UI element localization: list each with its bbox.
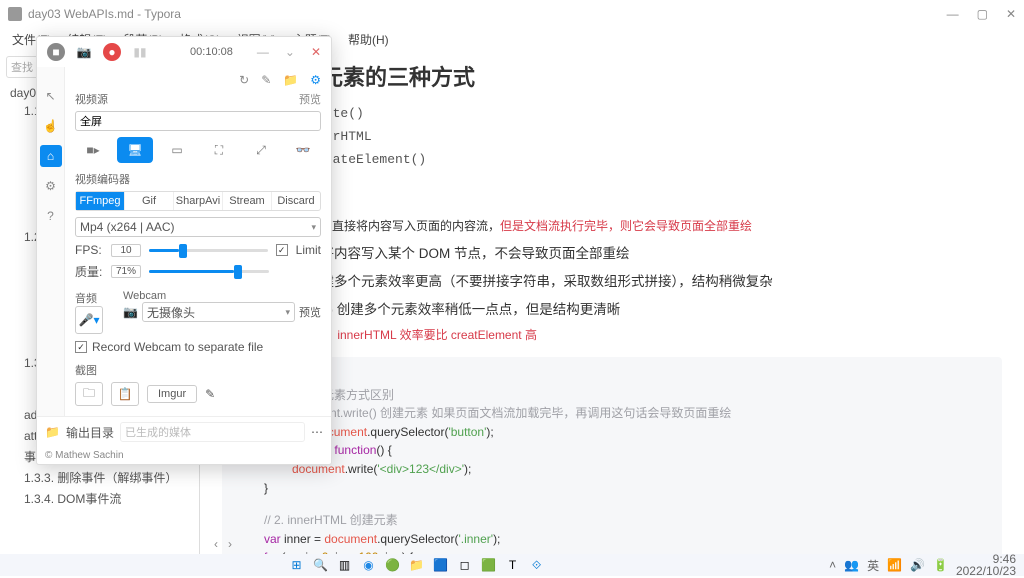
maximize-button[interactable]: ▢ (977, 7, 988, 21)
imgur-button[interactable]: Imgur (147, 385, 197, 403)
folder-icon[interactable]: 📁 (45, 425, 60, 439)
taskview-icon[interactable]: ▥ (336, 556, 354, 574)
quality-value[interactable]: 71% (111, 265, 141, 278)
heading-h2: 1.1.5 创建元素的三种方式 (222, 60, 1002, 92)
record-button[interactable]: ● (103, 43, 121, 61)
mode-camera[interactable]: ■▸ (75, 137, 111, 163)
sidebar-item[interactable]: 1.3.4. DOM事件流 (0, 488, 199, 509)
explorer-icon[interactable]: 📁 (408, 556, 426, 574)
mode-fullscreen[interactable]: ⤢ (243, 137, 279, 163)
tray-chevron-icon[interactable]: ˄ (829, 558, 836, 572)
battery-icon[interactable]: 🔋 (933, 558, 948, 572)
collapse-icon[interactable]: ⌄ (285, 45, 295, 59)
tray-people-icon[interactable]: 👥 (844, 558, 859, 572)
screen-recorder-window[interactable]: ■ 📷 ● ▮▮ 00:10:08 — ⌄ ✕ ↖ ☝ ⌂ ⚙ ? ↻ ✎ 📁 … (36, 36, 332, 465)
window-title: day03 WebAPIs.md - Typora (28, 7, 181, 21)
touch-icon[interactable]: ☝ (40, 115, 62, 137)
mode-region[interactable]: ⛶ (201, 137, 237, 163)
more-icon[interactable]: ⋯ (311, 425, 323, 439)
app-icon[interactable]: 🟦 (432, 556, 450, 574)
output-path[interactable]: 已生成的媒体 (120, 422, 305, 442)
recorder-icon[interactable]: ◻ (456, 556, 474, 574)
wechat-icon[interactable]: 🟩 (480, 556, 498, 574)
code-block: <script> // 三种创建元素方式区别 // 1. document.wr… (222, 357, 1002, 554)
open-folder-button[interactable]: 🗀 (75, 382, 103, 406)
encoder-gif[interactable]: Gif (125, 192, 174, 210)
timer: 00:10:08 (190, 46, 233, 58)
quality-slider[interactable] (149, 270, 269, 273)
minimize-button[interactable]: — (947, 7, 959, 21)
clock-date[interactable]: 2022/10/23 (956, 565, 1016, 577)
menu-help[interactable]: 帮助(H) (342, 29, 395, 50)
close-icon[interactable]: ✕ (311, 45, 321, 59)
gear-icon[interactable]: ⚙ (310, 73, 321, 87)
sidebar-item[interactable]: 1.3.3. 删除事件（解绑事件） (0, 467, 199, 488)
refresh-icon[interactable]: ↻ (239, 73, 249, 87)
stop-button[interactable]: ■ (47, 43, 65, 61)
encoder-stream[interactable]: Stream (223, 192, 272, 210)
volume-icon[interactable]: 🔊 (910, 558, 925, 572)
taskbar[interactable]: ⊞ 🔍 ▥ ◉ 🟢 📁 🟦 ◻ 🟩 T ⟐ ˄ 👥 英 📶 🔊 🔋 9:46 2… (0, 554, 1024, 576)
source-input[interactable] (75, 111, 321, 131)
encoder-ffmpeg[interactable]: FFmpeg (76, 192, 125, 210)
ime-indicator[interactable]: 英 (867, 557, 879, 574)
webcam-icon: 📷 (123, 305, 138, 319)
edit-icon[interactable]: ✎ (261, 73, 271, 87)
close-button[interactable]: ✕ (1006, 7, 1016, 21)
wifi-icon[interactable]: 📶 (887, 558, 902, 572)
edge-icon[interactable]: ◉ (360, 556, 378, 574)
webcam-select[interactable]: 无摄像头▾ (142, 302, 295, 322)
draw-icon[interactable]: ✎ (205, 387, 215, 401)
help-tab[interactable]: ? (40, 205, 62, 227)
vscode-icon[interactable]: ⟐ (528, 556, 546, 574)
copy-button[interactable]: 📋 (111, 382, 139, 406)
fps-slider[interactable] (149, 249, 268, 252)
mode-window[interactable]: ▭ (159, 137, 195, 163)
folder-icon[interactable]: 📁 (283, 73, 298, 87)
limit-checkbox[interactable]: ✓ (276, 244, 288, 256)
codec-select[interactable]: Mp4 (x264 | AAC)▾ (75, 217, 321, 237)
search-icon[interactable]: 🔍 (312, 556, 330, 574)
encoder-discard[interactable]: Discard (272, 192, 320, 210)
start-icon[interactable]: ⊞ (288, 556, 306, 574)
chrome-icon[interactable]: 🟢 (384, 556, 402, 574)
webcam-separate-checkbox[interactable]: ✓ (75, 341, 87, 353)
mode-screen[interactable]: 🖥 (117, 137, 153, 163)
screenshot-button[interactable]: 📷 (75, 43, 93, 61)
heading-h3: 区别 (222, 181, 1002, 207)
prev-button[interactable]: ‹ (214, 537, 218, 551)
typora-icon[interactable]: T (504, 556, 522, 574)
mic-button[interactable]: 🎤▾ (75, 306, 103, 334)
copyright: © Mathew Sachin (37, 447, 331, 464)
home-tab[interactable]: ⌂ (40, 145, 62, 167)
settings-tab[interactable]: ⚙ (40, 175, 62, 197)
app-icon (8, 7, 22, 21)
mode-game[interactable]: 👓 (285, 137, 321, 163)
minimize-icon[interactable]: — (257, 45, 269, 59)
fps-value[interactable]: 10 (111, 244, 141, 257)
encoder-sharpavi[interactable]: SharpAvi (174, 192, 223, 210)
pause-button[interactable]: ▮▮ (131, 43, 149, 61)
cursor-icon[interactable]: ↖ (40, 85, 62, 107)
next-button[interactable]: › (228, 537, 232, 551)
